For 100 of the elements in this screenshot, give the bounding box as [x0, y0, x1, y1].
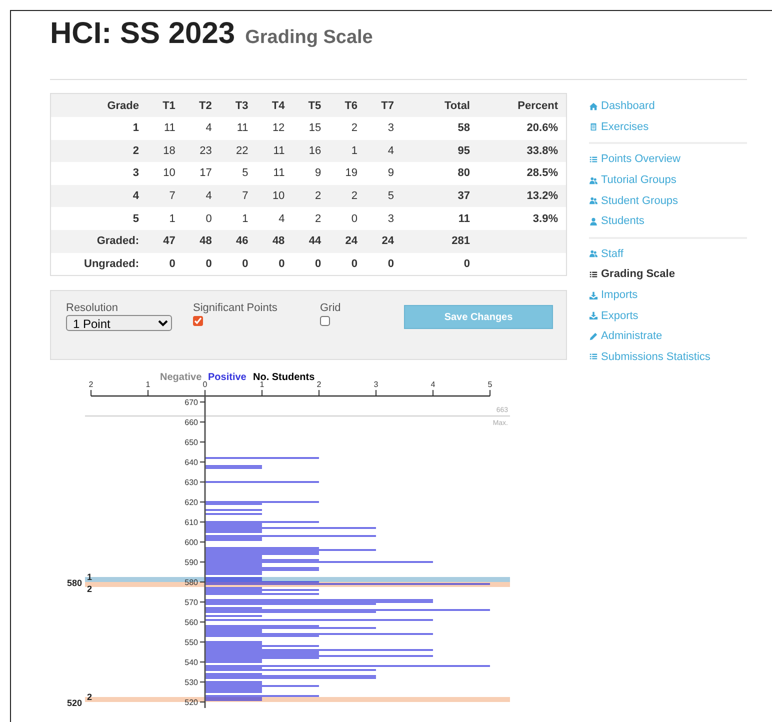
nav-link[interactable]: Points Overview: [589, 149, 680, 170]
x-tick-label: 0: [202, 380, 208, 390]
table-cell: 12: [256, 117, 293, 140]
nav-link[interactable]: Exercises: [589, 116, 649, 138]
resolution-select[interactable]: 1 Point: [66, 315, 172, 332]
table-cell: 19: [329, 162, 366, 185]
people-icon: [589, 176, 598, 185]
list-icon: [589, 270, 598, 279]
column-header: Grade: [50, 94, 147, 117]
table-cell: 3: [50, 162, 147, 185]
grid-label: Grid: [320, 302, 341, 314]
download-icon: [589, 290, 598, 300]
save-button[interactable]: Save Changes: [404, 305, 553, 330]
nav-link[interactable]: Submissions Statistics: [589, 346, 710, 368]
table-cell: 4: [256, 207, 293, 230]
table-cell: 3: [366, 207, 402, 230]
table-cell: 2: [50, 140, 147, 162]
table-cell: 0: [147, 252, 184, 276]
column-header: T4: [256, 94, 293, 117]
table-cell: 13.2%: [478, 184, 566, 208]
nav-link[interactable]: Staff: [589, 244, 624, 264]
grid-checkbox[interactable]: [320, 316, 330, 326]
table-cell: 9: [366, 162, 402, 185]
y-tick-label: 640: [184, 458, 198, 468]
list-icon: [589, 154, 598, 164]
table-cell: Ungraded:: [50, 252, 147, 276]
y-tick-label: 600: [184, 538, 198, 548]
x-tick-label: 1: [146, 380, 150, 390]
table-cell: 37: [402, 184, 478, 208]
home-icon: [589, 102, 598, 111]
column-header: T2: [183, 94, 220, 117]
nav-link[interactable]: Grading Scale: [589, 264, 675, 285]
nav-link[interactable]: Exports: [589, 305, 638, 326]
table-cell: 5: [50, 207, 147, 230]
people-icon: [589, 196, 598, 206]
significant-points-checkbox[interactable]: [193, 316, 203, 326]
table-cell: 7: [147, 184, 184, 208]
column-header: T5: [292, 94, 330, 117]
table-cell: 10: [256, 184, 293, 208]
legend-label: Negative: [160, 372, 202, 384]
table-cell: 16: [292, 140, 330, 162]
y-tick-label: 530: [184, 678, 198, 688]
table-cell: 3.9%: [478, 207, 566, 230]
table-cell: 44: [292, 230, 330, 253]
table-cell: 11: [220, 117, 256, 140]
table-cell: 2: [329, 117, 366, 140]
table-cell: 48: [256, 230, 293, 253]
list-icon: [589, 352, 598, 362]
table-cell: 0: [183, 252, 220, 276]
clipboard-icon: [589, 122, 598, 132]
table-cell: 281: [402, 230, 478, 253]
table-cell: 0: [366, 252, 402, 276]
table-cell: 1: [50, 117, 147, 140]
x-tick-label: 2: [316, 380, 322, 390]
table-cell: 4: [366, 140, 402, 162]
table-cell: 11: [402, 207, 478, 230]
grade-label: 2: [87, 584, 92, 594]
y-tick-label: 620: [184, 498, 198, 508]
y-tick-label: 670: [184, 398, 198, 408]
table-cell: 9: [292, 162, 330, 185]
y-tick-label: 560: [184, 618, 198, 628]
nav-link[interactable]: Students: [589, 210, 644, 232]
table-cell: 3: [366, 117, 402, 140]
x-tick-label: 3: [374, 380, 378, 390]
table-cell: 1: [220, 207, 256, 230]
y-tick-label: 540: [184, 658, 198, 668]
table-cell: 24: [366, 230, 402, 253]
nav-link[interactable]: Student Groups: [589, 190, 678, 211]
y-tick-label: 580: [184, 578, 198, 588]
table-cell: 0: [220, 252, 256, 276]
nav-link[interactable]: Imports: [589, 284, 638, 306]
nav-link[interactable]: Dashboard: [589, 96, 655, 117]
boundary-value: 520: [66, 698, 82, 708]
nav-link[interactable]: Tutorial Groups: [589, 170, 676, 190]
column-header: T3: [220, 94, 256, 117]
table-cell: 0: [329, 207, 366, 230]
table-cell: 48: [183, 230, 220, 253]
legend-label: Positive: [208, 372, 246, 384]
table-cell: 0: [256, 252, 293, 276]
table-cell: 0: [292, 252, 330, 276]
table-cell: 1: [147, 207, 184, 230]
column-header: T7: [366, 94, 402, 117]
table-cell: 1: [329, 140, 366, 162]
grade-label: 1: [87, 572, 92, 582]
x-tick-label: 4: [430, 380, 436, 390]
table-cell: 4: [183, 117, 220, 140]
table-cell: 28.5%: [478, 162, 566, 185]
column-header: T1: [147, 94, 184, 117]
table-cell: 47: [147, 230, 184, 253]
column-header: T6: [329, 94, 366, 117]
page-subtitle: Grading Scale: [245, 27, 373, 49]
boundary-value: 580: [66, 578, 82, 588]
table-cell: 15: [292, 117, 330, 140]
table-cell: 11: [147, 117, 184, 140]
table-cell: 2: [292, 207, 330, 230]
table-cell: 18: [147, 140, 184, 162]
person-icon: [589, 216, 598, 226]
table-cell: 11: [256, 162, 293, 185]
pencil-icon: [589, 332, 598, 341]
nav-link[interactable]: Administrate: [589, 326, 662, 347]
